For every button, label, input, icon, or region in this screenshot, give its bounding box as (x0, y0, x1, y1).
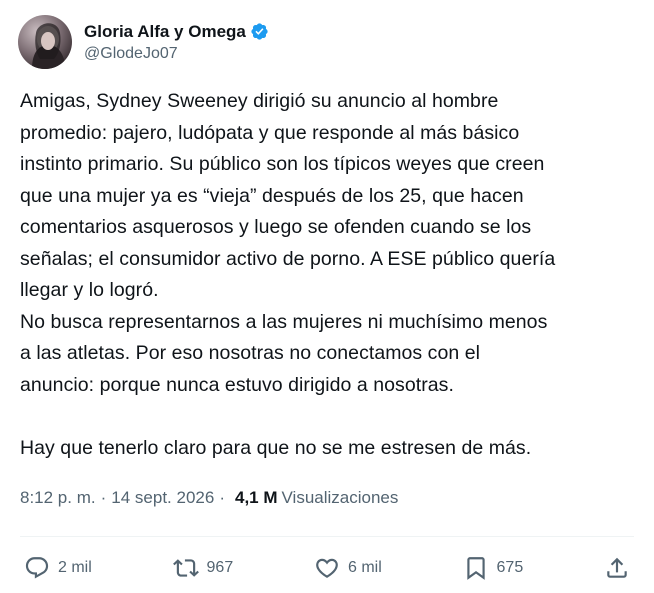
avatar-image (32, 23, 66, 69)
reply-count: 2 mil (58, 559, 92, 576)
display-name[interactable]: Gloria Alfa y Omega (84, 22, 246, 42)
repost-button[interactable]: 967 (172, 555, 234, 581)
divider (20, 536, 634, 537)
share-icon (607, 557, 627, 578)
author-names: Gloria Alfa y Omega @GlodeJo07 (84, 22, 269, 63)
tweet-meta: 8:12 p. m. · 14 sept. 2026 · 4,1 M Visua… (20, 488, 398, 508)
like-icon (316, 558, 338, 578)
meta-separator: · (100, 488, 107, 507)
bookmark-button[interactable]: 675 (463, 555, 524, 581)
name-row: Gloria Alfa y Omega (84, 22, 269, 42)
tweet-time[interactable]: 8:12 p. m. (20, 488, 96, 508)
handle[interactable]: @GlodeJo07 (84, 45, 269, 63)
tweet-date[interactable]: 14 sept. 2026 (111, 488, 214, 508)
reply-button[interactable]: 2 mil (24, 555, 92, 581)
avatar[interactable] (18, 15, 72, 69)
tweet-text: Amigas, Sydney Sweeney dirigió su anunci… (20, 90, 556, 459)
reply-icon (25, 557, 49, 579)
bookmark-count: 675 (496, 559, 524, 576)
meta-separator: · (219, 488, 225, 507)
views-label: Visualizaciones (281, 488, 399, 507)
like-count: 6 mil (347, 559, 382, 576)
action-bar: 2 mil 967 6 mil 675 (24, 552, 630, 584)
bookmark-icon (466, 557, 485, 580)
share-button[interactable] (604, 555, 630, 581)
repost-count: 967 (206, 559, 234, 576)
tweet-header: Gloria Alfa y Omega @GlodeJo07 (18, 14, 269, 70)
repost-icon (172, 559, 199, 577)
like-button[interactable]: 6 mil (314, 555, 382, 581)
views-count: 4,1 M (234, 488, 278, 507)
verified-badge-icon[interactable] (250, 22, 269, 41)
